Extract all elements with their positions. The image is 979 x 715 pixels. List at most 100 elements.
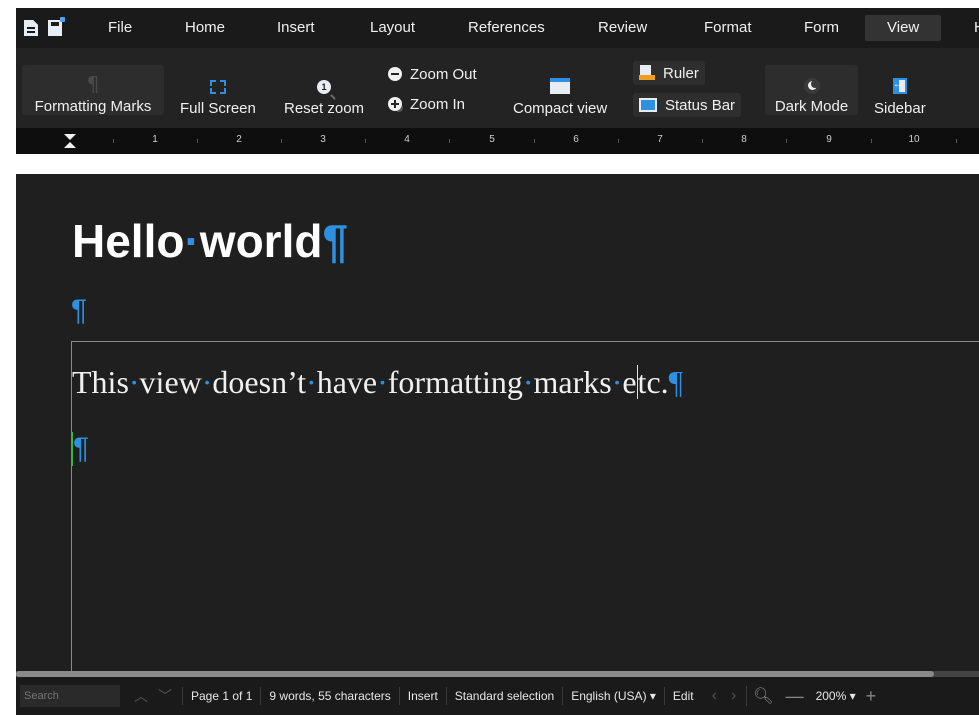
zoom-search-icon[interactable]: 🔍︎ (746, 686, 779, 706)
ruler-number: 6 (573, 134, 579, 145)
text-cursor (636, 365, 638, 399)
ruler-toggle[interactable]: Ruler (633, 61, 705, 85)
ruler-tick (702, 139, 703, 143)
compact-view-label: Compact view (513, 100, 608, 117)
empty-paragraph-mark[interactable]: ¶ (71, 294, 87, 328)
formatting-marks-button[interactable]: ¶ Formatting Marks (22, 65, 164, 115)
zoom-in-label: Zoom In (410, 95, 466, 113)
ruler-separator (16, 154, 979, 174)
zoom-plus-icon[interactable]: + (862, 686, 877, 707)
page-count[interactable]: Page 1 of 1 (182, 687, 260, 705)
formatting-marks-label: Formatting Marks (34, 98, 152, 115)
menubar: File Home Insert Layout References Revie… (16, 8, 979, 48)
menu-format[interactable]: Format (694, 15, 762, 41)
chevron-right-icon[interactable]: › (731, 687, 736, 705)
ruler-number: 7 (657, 134, 663, 145)
edit-mode[interactable]: Edit (663, 687, 702, 705)
ruler-tick (113, 139, 114, 143)
ruler-number: 5 (489, 134, 495, 145)
compact-view-button[interactable]: Compact view (513, 72, 607, 117)
app-icons (16, 17, 104, 36)
horizontal-ruler[interactable]: 1 2 3 4 5 6 7 8 9 10 (16, 128, 979, 154)
ruler-tick (197, 139, 198, 143)
ruler-number: 3 (320, 134, 326, 145)
compact-view-icon (550, 78, 571, 94)
document-icon[interactable] (24, 20, 38, 36)
full-screen-button[interactable]: Full Screen (180, 72, 256, 117)
zoom-level-select[interactable]: 200% ▾ (810, 689, 862, 703)
ruler-tick (449, 139, 450, 143)
ruler-tick (956, 139, 957, 143)
ruler-number: 8 (741, 134, 747, 145)
reset-zoom-button[interactable]: 1 Reset zoom (284, 72, 364, 117)
pilcrow-icon: ¶ (86, 72, 100, 96)
page-nav: ‹ › (702, 687, 747, 705)
menu-home[interactable]: Home (175, 15, 235, 41)
ruler-tick (365, 139, 366, 143)
reset-zoom-label: Reset zoom (284, 100, 365, 117)
dark-mode-button[interactable]: Dark Mode (765, 65, 858, 115)
space-mark: · (184, 215, 200, 267)
ruler-icon (639, 65, 655, 81)
zoom-out-button[interactable]: Zoom Out (382, 62, 483, 86)
search-next-icon[interactable]: ﹀ (158, 686, 172, 706)
search-input[interactable] (20, 685, 120, 707)
ruler-tick (786, 139, 787, 143)
menu-form[interactable]: Form (794, 15, 849, 41)
chevron-left-icon[interactable]: ‹ (712, 687, 717, 705)
empty-paragraph-mark[interactable]: ¶ (71, 432, 89, 466)
full-screen-label: Full Screen (180, 100, 256, 117)
ruler-number: 1 (152, 134, 158, 145)
status-bar-icon (639, 98, 657, 112)
reset-zoom-icon: 1 (317, 80, 332, 94)
word-count[interactable]: 9 words, 55 characters (260, 687, 398, 705)
indent-marker-icon[interactable] (64, 134, 76, 148)
menu-file[interactable]: File (98, 15, 142, 41)
language-select[interactable]: English (USA) ▾ (562, 687, 664, 705)
space-mark: · (306, 364, 317, 400)
space-mark: · (611, 364, 623, 400)
ruler-number: 2 (236, 134, 242, 145)
status-bar-label: Status Bar (665, 96, 736, 114)
full-screen-icon (209, 80, 226, 94)
ruler-label: Ruler (663, 64, 699, 82)
zoom-in-button[interactable]: Zoom In (382, 92, 471, 116)
space-mark: · (377, 364, 388, 400)
document-body-paragraph[interactable]: This·view·doesn’t·have·formatting·marks·… (72, 364, 683, 401)
dark-mode-label: Dark Mode (774, 98, 849, 115)
moon-icon (803, 78, 820, 94)
insert-mode[interactable]: Insert (398, 687, 446, 705)
search-previous-icon[interactable]: ︿ (134, 686, 148, 706)
ruler-tick (871, 139, 872, 143)
menu-help[interactable]: H (964, 15, 979, 41)
menu-references[interactable]: References (458, 15, 555, 41)
selection-mode[interactable]: Standard selection (445, 687, 562, 705)
sidebar-label: Sidebar (874, 100, 926, 117)
paragraph-mark: ¶ (322, 215, 349, 267)
menu-view[interactable]: View (865, 15, 942, 41)
save-icon[interactable] (48, 17, 65, 36)
space-mark: · (201, 364, 213, 400)
zoom-out-icon (388, 67, 402, 81)
search-nav: ︿ ﹀ (134, 686, 172, 706)
ruler-tick (534, 139, 535, 143)
sidebar-button[interactable]: Sidebar (874, 72, 926, 117)
status-bar-toggle[interactable]: Status Bar (633, 93, 742, 117)
space-mark: · (522, 364, 534, 400)
menu-layout[interactable]: Layout (360, 15, 425, 41)
document-heading[interactable]: Hello·world¶ (72, 214, 348, 268)
zoom-in-icon (388, 97, 402, 111)
ruler-number: 9 (826, 134, 832, 145)
ruler-tick (281, 139, 282, 143)
status-bar: ︿ ﹀ Page 1 of 1 9 words, 55 characters I… (16, 677, 979, 715)
menu-insert[interactable]: Insert (267, 15, 325, 41)
zoom-out-label: Zoom Out (410, 65, 477, 83)
zoom-minus-icon[interactable]: — (780, 686, 810, 707)
ribbon-view: ¶ Formatting Marks Full Screen 1 Reset z… (16, 48, 979, 128)
ruler-number: 4 (404, 134, 410, 145)
space-mark: · (128, 364, 140, 400)
menu-review[interactable]: Review (588, 15, 657, 41)
sidebar-icon (892, 78, 907, 94)
writer-window: File Home Insert Layout References Revie… (16, 8, 979, 715)
paragraph-mark: ¶ (668, 364, 684, 400)
